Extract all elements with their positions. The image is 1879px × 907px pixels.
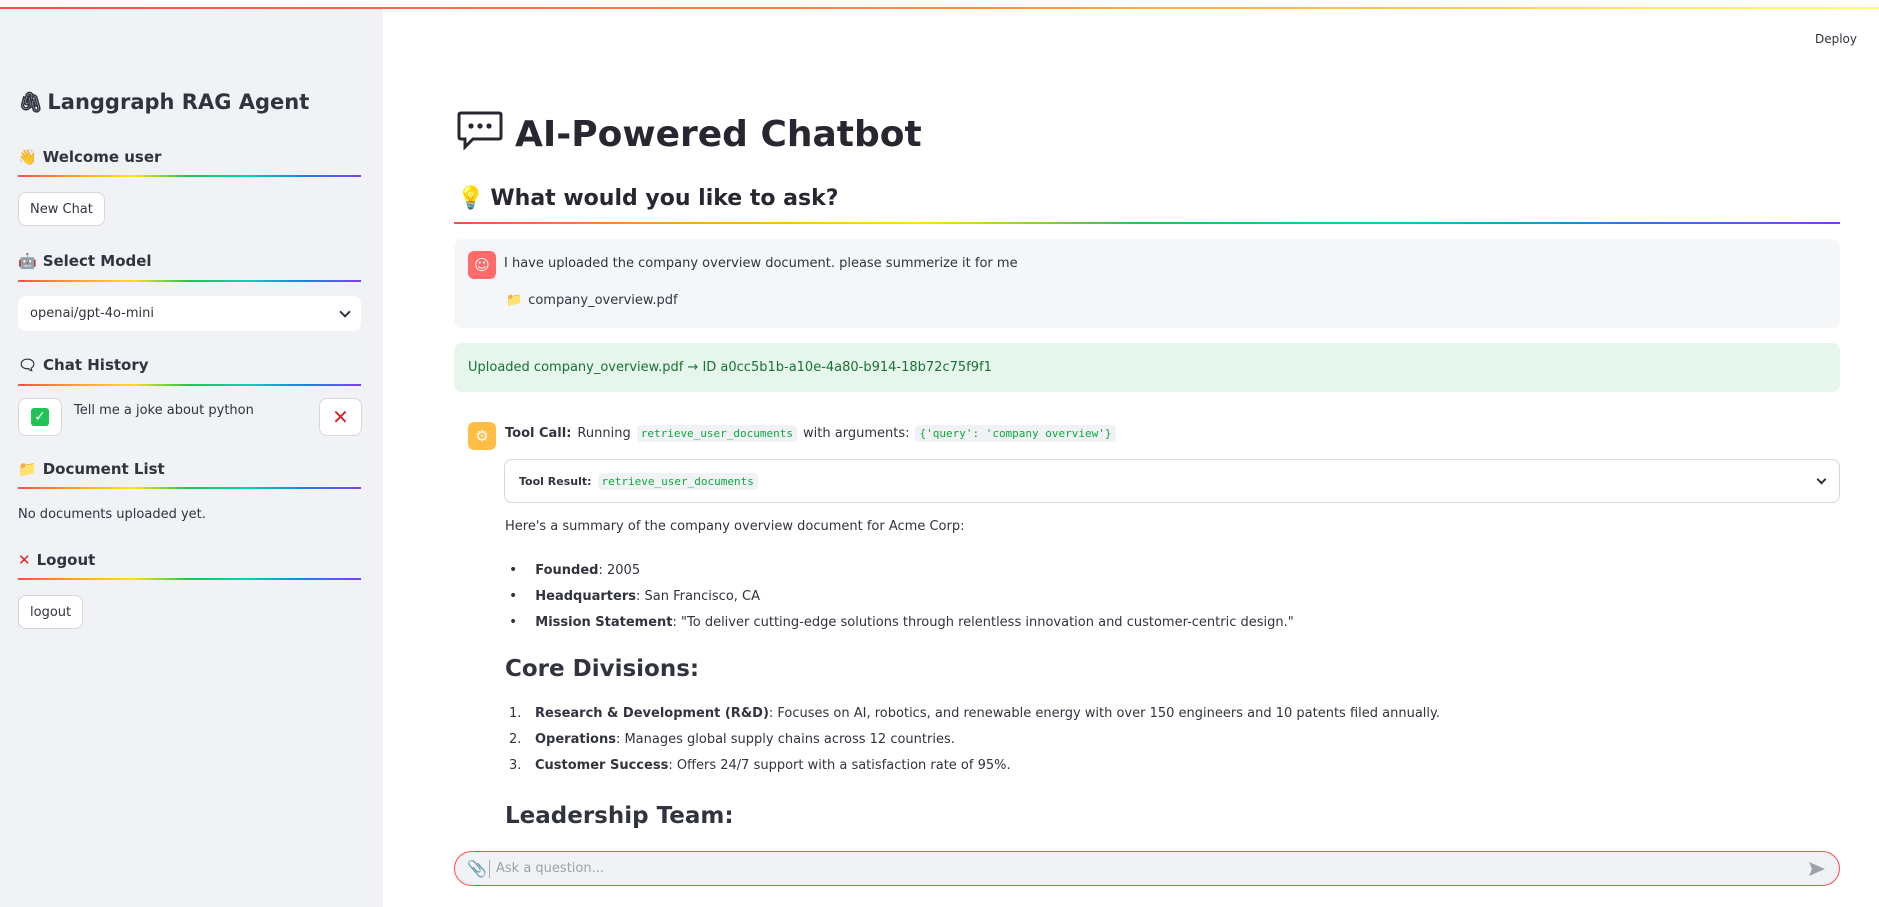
summary-intro: Here's a summary of the company overview… bbox=[505, 519, 965, 534]
folder-icon: 📁 bbox=[18, 460, 37, 478]
input-divider bbox=[489, 859, 490, 878]
core-divisions-heading: Core Divisions: bbox=[505, 656, 700, 682]
chat-history-header: 🗨 Chat History bbox=[18, 356, 149, 374]
subtitle-divider bbox=[454, 222, 1840, 224]
app-title: 🖇 Langgraph RAG Agent bbox=[18, 90, 310, 114]
logout-divider bbox=[18, 578, 361, 580]
logout-button[interactable]: logout bbox=[18, 595, 84, 629]
list-item: 3. Customer Success: Offers 24/7 support … bbox=[509, 757, 1011, 773]
delete-chat-button[interactable]: ✕ bbox=[319, 398, 362, 436]
chat-input[interactable] bbox=[496, 861, 1807, 876]
user-message: ☺ I have uploaded the company overview d… bbox=[454, 239, 1840, 328]
light-bulb-icon: 💡 bbox=[457, 186, 485, 211]
list-item: Mission Statement: "To deliver cutting-e… bbox=[505, 609, 1293, 635]
chat-history-divider bbox=[18, 384, 361, 386]
tool-args-code: {'query': 'company overview'} bbox=[915, 425, 1116, 442]
list-item: 2. Operations: Manages global supply chai… bbox=[509, 731, 955, 747]
chat-input-bar: 📎 bbox=[454, 851, 1840, 886]
page-subtitle: 💡 What would you like to ask? bbox=[457, 186, 839, 211]
waving-hand-icon: 👋 bbox=[18, 148, 37, 166]
list-item: 1. Research & Development (R&D): Focuses … bbox=[509, 705, 1440, 721]
speech-bubble-icon: 🗨 bbox=[18, 356, 38, 374]
list-item: Headquarters: San Francisco, CA bbox=[505, 583, 1294, 609]
bot-avatar: ⚙ bbox=[468, 422, 496, 450]
tool-call-line: Tool Call: Running retrieve_user_documen… bbox=[505, 425, 1116, 442]
document-list-divider bbox=[18, 487, 361, 489]
divisions-list: 1. Research & Development (R&D): Focuses … bbox=[505, 700, 1440, 778]
select-chat-button[interactable]: ✓ bbox=[18, 398, 62, 436]
list-item: Founded: 2005 bbox=[505, 557, 1294, 583]
folder-icon: 📁 bbox=[506, 293, 523, 308]
select-model-header: 🤖 Select Model bbox=[18, 252, 152, 270]
document-list-header: 📁 Document List bbox=[18, 460, 165, 478]
upload-success-alert: Uploaded company_overview.pdf → ID a0cc5… bbox=[454, 343, 1840, 392]
tool-result-expander[interactable]: Tool Result: retrieve_user_documents bbox=[504, 459, 1840, 503]
leadership-heading: Leadership Team: bbox=[505, 803, 734, 829]
attached-file: 📁 company_overview.pdf bbox=[506, 293, 678, 308]
chevron-down-icon bbox=[339, 305, 351, 318]
robot-face-icon: 🤖 bbox=[18, 252, 37, 270]
cross-mark-icon: ✕ bbox=[18, 551, 31, 569]
send-icon[interactable] bbox=[1807, 859, 1827, 879]
paperclip-icon: 🖇 bbox=[18, 90, 44, 114]
facts-list: Founded: 2005 Headquarters: San Francisc… bbox=[505, 557, 1294, 635]
speech-balloon-icon bbox=[457, 110, 503, 159]
welcome-header: 👋 Welcome user bbox=[18, 148, 162, 166]
chevron-down-icon bbox=[1816, 474, 1827, 484]
check-mark-icon: ✓ bbox=[31, 408, 49, 426]
logout-header: ✕ Logout bbox=[18, 551, 96, 569]
cross-mark-icon: ✕ bbox=[332, 405, 349, 429]
new-chat-button[interactable]: New Chat bbox=[18, 192, 105, 226]
attach-icon[interactable]: 📎 bbox=[467, 859, 487, 878]
page-title: AI-Powered Chatbot bbox=[457, 110, 922, 159]
no-documents-text: No documents uploaded yet. bbox=[18, 507, 206, 522]
user-message-text: I have uploaded the company overview doc… bbox=[504, 256, 1018, 271]
history-item-label[interactable]: Tell me a joke about python bbox=[74, 403, 254, 418]
select-model-divider bbox=[18, 280, 361, 282]
tool-result-code: retrieve_user_documents bbox=[597, 472, 758, 490]
model-select[interactable]: openai/gpt-4o-mini bbox=[18, 296, 361, 331]
user-avatar: ☺ bbox=[468, 251, 496, 279]
deploy-button[interactable]: Deploy bbox=[1815, 32, 1857, 46]
sidebar bbox=[0, 9, 383, 907]
tool-name-code: retrieve_user_documents bbox=[636, 425, 798, 442]
welcome-divider bbox=[18, 175, 361, 177]
